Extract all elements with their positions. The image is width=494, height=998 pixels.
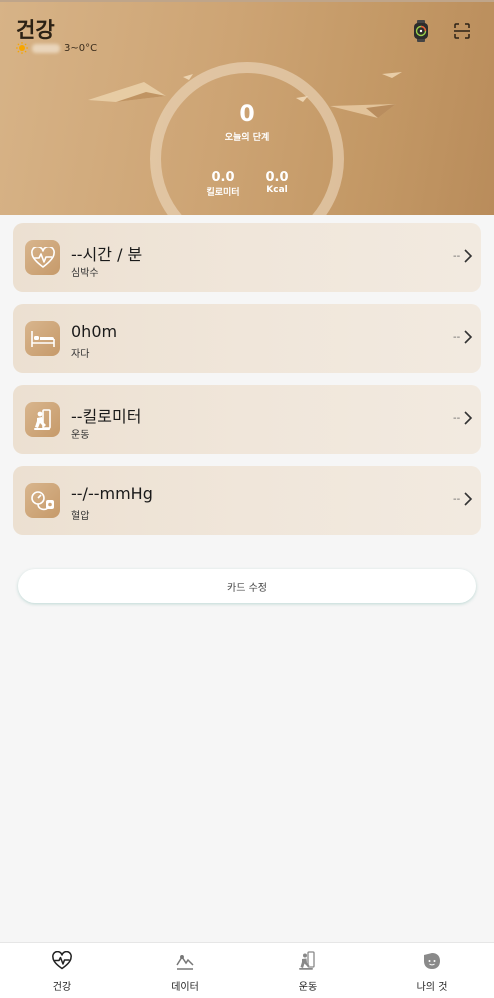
- heart-rate-card[interactable]: --시간 / 분 심박수 --: [13, 223, 481, 292]
- calories-value: 0.0: [265, 170, 289, 185]
- chevron-right-icon: [464, 492, 473, 506]
- distance-value: 0.0: [211, 170, 235, 185]
- health-summary-header: 건강 3~0°C 0 오늘의 단계 0.0 킬로미터 0.0 Kcal: [0, 0, 494, 215]
- temperature-text: 3~0°C: [64, 42, 98, 54]
- blood-pressure-icon: [25, 483, 60, 518]
- exercise-value: --킬로미터: [71, 407, 142, 426]
- nav-tab-data[interactable]: 데이터: [145, 943, 225, 998]
- nav-tab-label: 데이터: [171, 982, 199, 993]
- nav-tab-label: 건강: [52, 982, 72, 993]
- distance-label: 킬로미터: [206, 188, 240, 198]
- bottom-navigation: 건강 데이터 운동 나의 것: [0, 942, 494, 998]
- steps-value: 0: [239, 102, 255, 127]
- page-title: 건강: [16, 18, 55, 42]
- blood-pressure-card[interactable]: --/--mmHg 혈압 --: [13, 466, 481, 535]
- nav-tab-label: 운동: [298, 982, 318, 993]
- exercise-label: 운동: [71, 430, 90, 441]
- sleep-value: 0h0m: [71, 322, 118, 341]
- blood-pressure-label: 혈압: [71, 511, 90, 522]
- chevron-right-icon: [464, 411, 473, 425]
- exercise-trailing: --: [453, 413, 461, 424]
- blood-pressure-value: --/--mmHg: [71, 484, 153, 503]
- nav-tab-label: 나의 것: [416, 982, 448, 993]
- heart-rate-trailing: --: [453, 251, 461, 262]
- nav-tab-mine[interactable]: 나의 것: [392, 943, 472, 998]
- nav-tab-health[interactable]: 건강: [22, 943, 102, 998]
- heart-rate-label: 심박수: [71, 268, 99, 279]
- steps-label: 오늘의 단계: [224, 133, 270, 143]
- sleep-trailing: --: [453, 332, 461, 343]
- sleep-card[interactable]: 0h0m 자다 --: [13, 304, 481, 373]
- exercise-icon: [299, 951, 315, 970]
- decorative-shard: [382, 72, 402, 78]
- edit-cards-button[interactable]: 카드 수정: [18, 569, 476, 603]
- decorative-shard: [330, 104, 396, 118]
- chevron-right-icon: [464, 330, 473, 344]
- location-text: [32, 43, 60, 53]
- chart-icon: [176, 955, 194, 970]
- nav-tab-exercise[interactable]: 운동: [268, 943, 348, 998]
- profile-icon: [424, 953, 440, 969]
- heart-rate-value: --시간 / 분: [71, 245, 143, 264]
- watch-icon[interactable]: [411, 20, 431, 42]
- exercise-icon: [25, 402, 60, 437]
- bed-icon: [25, 321, 60, 356]
- calories-label: Kcal: [266, 185, 288, 195]
- heart-rate-icon: [52, 951, 72, 970]
- blood-pressure-trailing: --: [453, 494, 461, 505]
- weather-info: 3~0°C: [16, 42, 97, 54]
- exercise-card[interactable]: --킬로미터 운동 --: [13, 385, 481, 454]
- sun-icon: [16, 42, 28, 54]
- heart-rate-icon: [25, 240, 60, 275]
- scan-icon[interactable]: [452, 20, 472, 42]
- sleep-label: 자다: [71, 349, 90, 360]
- chevron-right-icon: [464, 249, 473, 263]
- decorative-shard: [88, 82, 166, 102]
